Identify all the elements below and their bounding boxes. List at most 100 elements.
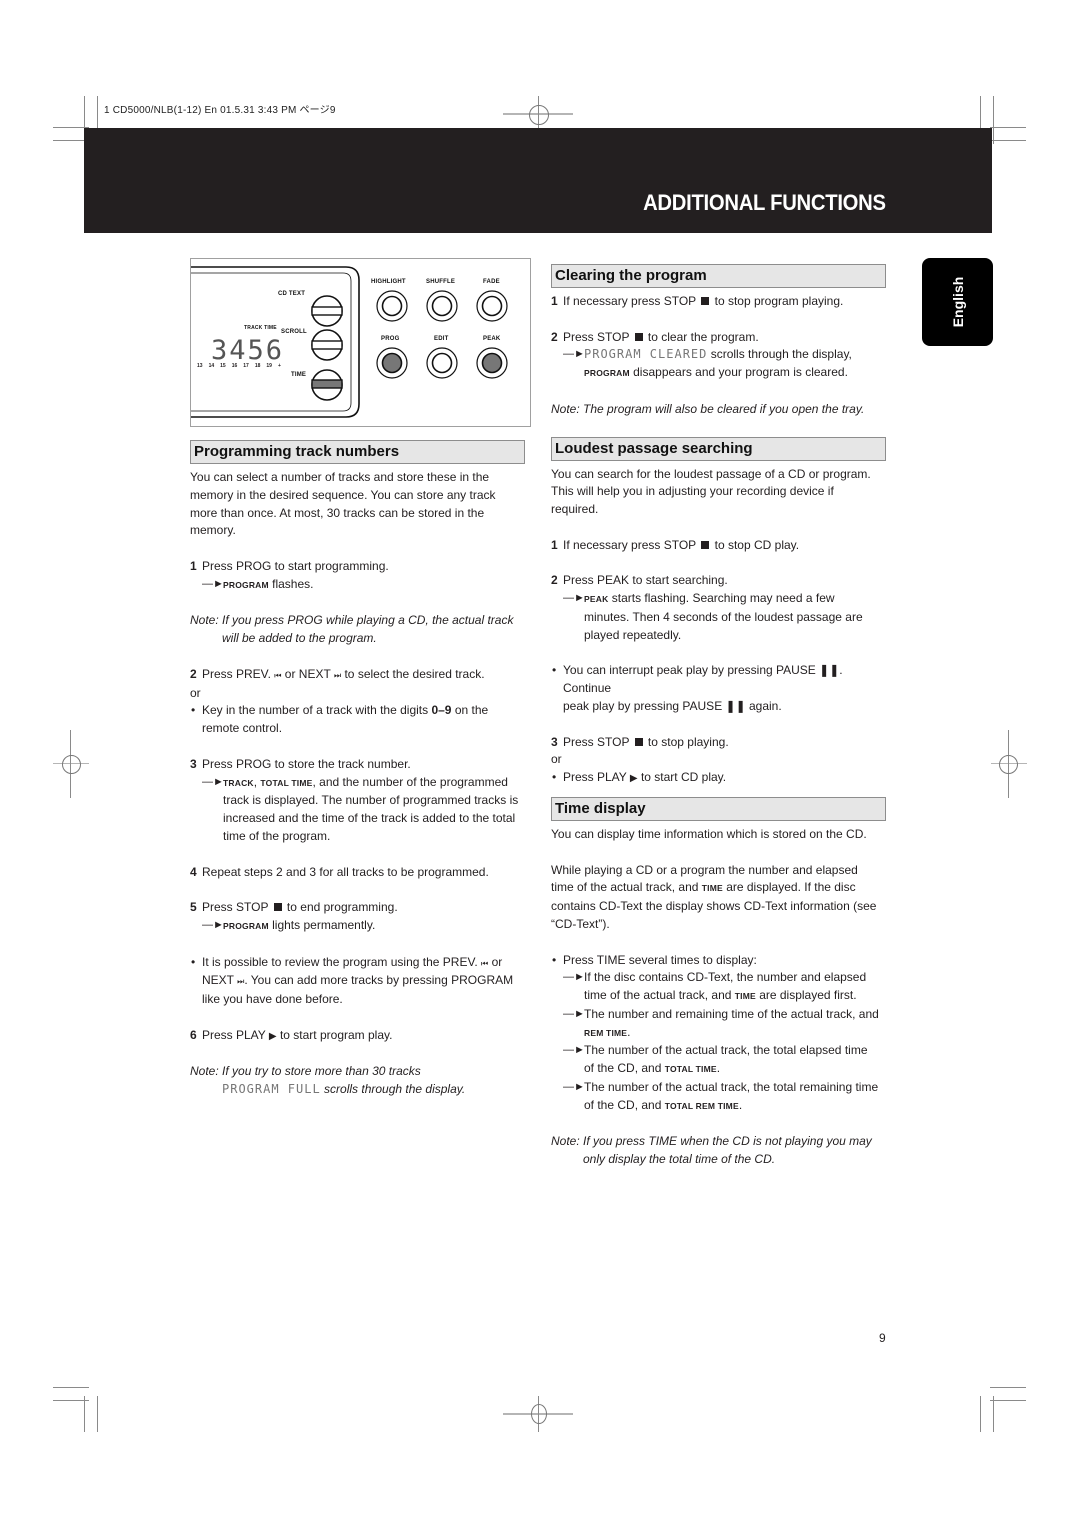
bullet-text: You can interrupt peak play by pressing … — [563, 663, 843, 696]
step-5: 5 Press STOP to end programming. — [190, 899, 525, 917]
step-text: Press PROG to start programming. — [202, 558, 389, 573]
lcd-digits: 3456 — [211, 335, 285, 366]
result-text: of the CD, and — [584, 1061, 665, 1076]
cd-text-knob-icon — [311, 295, 343, 327]
step-number: 1 — [551, 294, 558, 308]
banner-title: ADDITIONAL FUNCTIONS — [643, 190, 886, 215]
result-text: lights permamently. — [268, 917, 376, 932]
step-text: If necessary press STOP — [563, 537, 700, 552]
section-heading-programming: Programming track numbers — [190, 440, 525, 464]
display-indicator: TIME — [701, 883, 723, 894]
step-number: 5 — [190, 900, 197, 915]
track-number: 13 — [197, 363, 203, 369]
display-indicator: TOTAL REM TIME — [664, 1100, 739, 1111]
intro-line: You can select a number of tracks and st… — [190, 470, 490, 484]
step-text: Press STOP — [563, 329, 633, 344]
display-indicator: TOTAL TIME — [260, 777, 313, 788]
peak-button-icon — [476, 347, 508, 379]
step-number: 1 — [190, 558, 197, 573]
lcd-text: PROGRAM CLEARED — [584, 347, 708, 362]
note-text: scrolls through the display. — [320, 1082, 466, 1097]
bullet-text: peak play by pressing PAUSE ❚❚ again. — [563, 698, 782, 713]
time-knob-icon — [311, 369, 343, 401]
result-text: The number of the actual track, the tota… — [584, 1080, 879, 1095]
step-number: 4 — [190, 864, 197, 879]
result-text: of the CD, and — [584, 1097, 665, 1112]
step-text: Press PREV. — [202, 666, 275, 681]
device-illustration: CD TEXT SCROLL TIME TRACK TIME 3456 13 14… — [190, 258, 531, 427]
bullet-text: NEXT — [202, 973, 238, 988]
result-arrow-icon: —► — [563, 592, 585, 605]
section-heading-loudest: Loudest passage searching — [551, 436, 886, 461]
page-number: 9 — [879, 1331, 886, 1345]
highlight-label: HIGHLIGHT — [371, 279, 406, 285]
bullet-text: It is possible to review the program usi… — [202, 954, 482, 969]
result-arrow-icon: —► — [563, 1007, 585, 1020]
track-number: 18 — [254, 363, 261, 369]
result-arrow-icon: —► — [563, 348, 585, 361]
display-indicator: PEAK — [584, 594, 609, 605]
step-text: Press PEAK to start searching. — [563, 573, 728, 588]
step-text: Press PLAY — [202, 1027, 269, 1042]
intro-line: You can display time information which i… — [551, 826, 867, 841]
step-text: to stop playing. — [644, 734, 729, 749]
result-text: flashes. — [268, 576, 314, 591]
note-continued: PROGRAM FULL scrolls through the display… — [190, 1081, 525, 1099]
edit-button-icon — [426, 347, 458, 379]
bullet-text: or — [488, 954, 503, 969]
step-text: Press PROG to store the track number. — [202, 756, 411, 771]
time-label: TIME — [291, 372, 307, 378]
track-number: 15 — [220, 363, 226, 369]
track-numbers: 13 14 15 16 17 18 19 + — [197, 363, 287, 369]
result-text: time of the program. — [223, 828, 331, 843]
prog-label: PROG — [381, 336, 400, 342]
stop-icon — [634, 737, 643, 746]
step-text: or NEXT — [281, 666, 334, 681]
play-icon: ▶ — [268, 1030, 277, 1042]
result-text: played repeatedly. — [584, 627, 682, 642]
result-arrow-icon: —► — [563, 1081, 585, 1094]
paragraph-line: While playing a CD or a program the numb… — [551, 862, 858, 877]
result-text: scrolls through the display, — [707, 347, 852, 362]
result-text: . — [627, 1024, 631, 1039]
paragraph-text: time of the actual track, and — [551, 880, 702, 895]
step-text: to clear the program. — [644, 329, 759, 344]
result-text: increased and the time of the track is a… — [223, 811, 516, 826]
display-indicator: PROGRAM — [223, 920, 269, 931]
intro-line: memory in the desired sequence. You can … — [190, 487, 496, 502]
result-arrow-icon: —► — [202, 577, 224, 590]
result-text: , and the number of the programmed — [312, 774, 508, 789]
bullet-text: to start CD play. — [637, 770, 727, 785]
stop-icon — [634, 332, 643, 341]
language-tab: English — [922, 258, 993, 346]
language-tab-label: English — [949, 276, 966, 328]
display-indicator: TIME — [734, 991, 756, 1002]
step-2: 2 Press PEAK to start searching. — [551, 572, 886, 590]
bullet-text: like you have done before. — [202, 992, 343, 1007]
paragraph-line: contains CD-Text the display shows CD-Te… — [551, 899, 877, 914]
result-text: . — [738, 1097, 743, 1112]
fade-label: FADE — [483, 279, 500, 285]
right-column: Clearing the program 1 If necessary pres… — [551, 264, 886, 1169]
or-text: or — [190, 685, 201, 700]
note-continued: will be added to the program. — [222, 631, 377, 646]
bullet-icon: • — [191, 954, 196, 969]
result-text: are displayed first. — [755, 988, 857, 1003]
step-text: to select the desired track. — [341, 666, 485, 681]
result-text: time of the actual track, and — [584, 988, 735, 1003]
display-indicator: PROGRAM — [584, 368, 630, 379]
stop-icon — [701, 540, 710, 549]
step-text: If necessary press STOP — [563, 294, 700, 308]
step-result: —► PROGRAM flashes. — [190, 576, 525, 595]
bullet-text: Key in the number of a track with the di… — [202, 703, 432, 718]
time-result: —► If the disc contains CD-Text, the num… — [551, 969, 886, 1006]
track-number: 19 — [266, 363, 272, 369]
step-text: to end programming. — [283, 900, 398, 915]
step-1: 1 If necessary press STOP to stop progra… — [551, 293, 886, 311]
result-arrow-icon: —► — [202, 918, 224, 931]
time-result: —► The number of the actual track, the t… — [551, 1042, 886, 1079]
intro-line: You can search for the loudest passage o… — [551, 466, 871, 481]
bullet-item: • It is possible to review the program u… — [190, 954, 525, 1009]
bullet-item: • Key in the number of a track with the … — [190, 702, 525, 738]
prog-button-icon — [376, 347, 408, 379]
